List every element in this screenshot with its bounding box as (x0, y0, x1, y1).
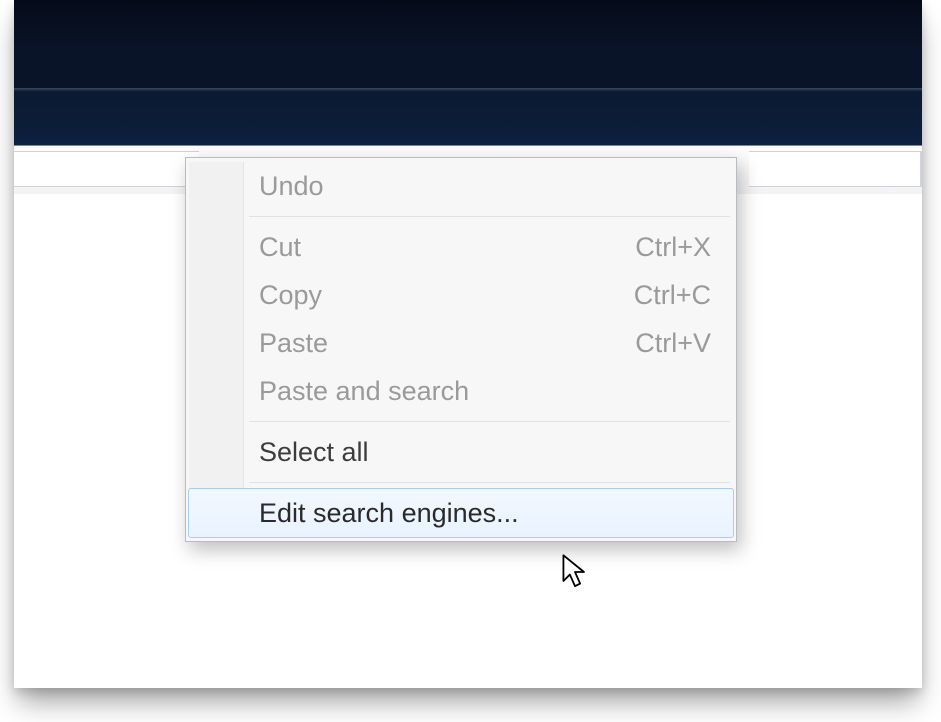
menu-separator (249, 216, 730, 217)
omnibox-context-menu: Undo Cut Ctrl+X Copy Ctrl+C Paste Ctrl+V… (185, 157, 737, 542)
menu-item-label: Select all (259, 437, 369, 468)
menu-item-label: Undo (259, 171, 324, 202)
window-titlebar[interactable] (14, 0, 922, 92)
menu-item-undo[interactable]: Undo (189, 162, 733, 210)
menu-separator (249, 482, 730, 483)
menu-item-label: Copy (259, 280, 322, 311)
toolbar-edge (749, 151, 922, 187)
menu-item-label: Edit search engines... (259, 498, 519, 529)
menu-item-label: Cut (259, 232, 301, 263)
menu-item-shortcut: Ctrl+V (635, 328, 711, 359)
menu-item-edit-search-engines[interactable]: Edit search engines... (188, 488, 734, 538)
menu-item-paste[interactable]: Paste Ctrl+V (189, 319, 733, 367)
menu-item-copy[interactable]: Copy Ctrl+C (189, 271, 733, 319)
menu-item-select-all[interactable]: Select all (189, 428, 733, 476)
menu-item-paste-and-search[interactable]: Paste and search (189, 367, 733, 415)
menu-item-label: Paste (259, 328, 328, 359)
menu-item-cut[interactable]: Cut Ctrl+X (189, 223, 733, 271)
tab-strip[interactable] (14, 92, 922, 146)
menu-item-shortcut: Ctrl+X (635, 232, 711, 263)
menu-item-shortcut: Ctrl+C (634, 280, 711, 311)
menu-separator (249, 421, 730, 422)
menu-item-label: Paste and search (259, 376, 469, 407)
omnibox[interactable] (14, 151, 199, 187)
